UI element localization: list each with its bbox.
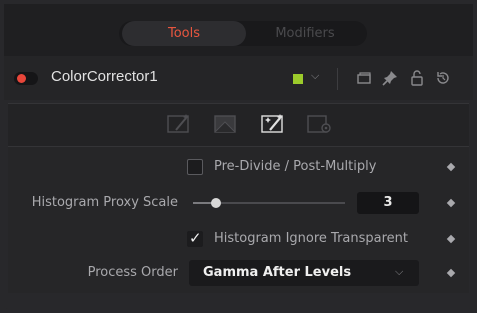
pin-icon[interactable]	[381, 69, 399, 87]
tab-modifiers[interactable]: Modifiers	[246, 21, 364, 46]
inspector-panel: Tools Modifiers ColorCorrector1 ⌵ Pre-Di…	[4, 4, 473, 309]
histogram-proxy-slider[interactable]	[193, 198, 345, 208]
header-divider	[337, 68, 338, 90]
control-page-tabs	[8, 103, 469, 147]
histogram-proxy-value[interactable]: 3	[357, 192, 419, 214]
process-order-row: Process Order Gamma After Levels ⌵	[8, 260, 469, 288]
process-order-dropdown[interactable]: Gamma After Levels ⌵	[189, 260, 419, 286]
histogram-proxy-label: Histogram Proxy Scale	[31, 195, 178, 210]
reset-icon[interactable]	[434, 69, 452, 87]
tile-color-swatch[interactable]	[293, 74, 303, 84]
tab-tools[interactable]: Tools	[122, 21, 246, 46]
correction-tab-icon[interactable]	[166, 113, 192, 135]
histogram-proxy-row: Histogram Proxy Scale 3	[8, 189, 469, 217]
ranges-tab-icon[interactable]	[213, 113, 239, 135]
keyframe-diamond-icon[interactable]	[446, 162, 456, 172]
lock-icon[interactable]	[408, 69, 426, 87]
options-tab-icon[interactable]	[260, 113, 286, 135]
tool-enable-toggle[interactable]	[14, 72, 38, 85]
pre-divide-row: Pre-Divide / Post-Multiply	[8, 153, 469, 181]
segmented-control: Tools Modifiers	[119, 21, 367, 46]
tool-header: ColorCorrector1 ⌵	[4, 56, 473, 100]
ignore-transparent-checkbox[interactable]: ✓	[187, 229, 203, 247]
version-icon[interactable]	[355, 69, 373, 87]
ignore-transparent-label[interactable]: Histogram Ignore Transparent	[214, 231, 408, 246]
slider-thumb[interactable]	[210, 198, 221, 208]
keyframe-diamond-icon[interactable]	[446, 268, 456, 278]
process-order-value: Gamma After Levels	[203, 265, 352, 280]
keyframe-diamond-icon[interactable]	[446, 198, 456, 208]
keyframe-diamond-icon[interactable]	[446, 234, 456, 244]
chevron-down-icon[interactable]: ⌵	[311, 69, 319, 83]
process-order-label: Process Order	[87, 265, 178, 280]
options-page: Pre-Divide / Post-Multiply Histogram Pro…	[8, 147, 469, 293]
chevron-down-icon: ⌵	[395, 265, 404, 278]
ignore-transparent-row: ✓ Histogram Ignore Transparent	[8, 225, 469, 253]
tool-name[interactable]: ColorCorrector1	[51, 68, 158, 85]
pre-divide-checkbox[interactable]	[187, 159, 203, 175]
settings-tab-icon[interactable]	[306, 113, 332, 135]
inspector-tab-bar: Tools Modifiers	[4, 4, 473, 56]
checkmark-icon: ✓	[189, 229, 202, 247]
pre-divide-label[interactable]: Pre-Divide / Post-Multiply	[214, 159, 376, 174]
